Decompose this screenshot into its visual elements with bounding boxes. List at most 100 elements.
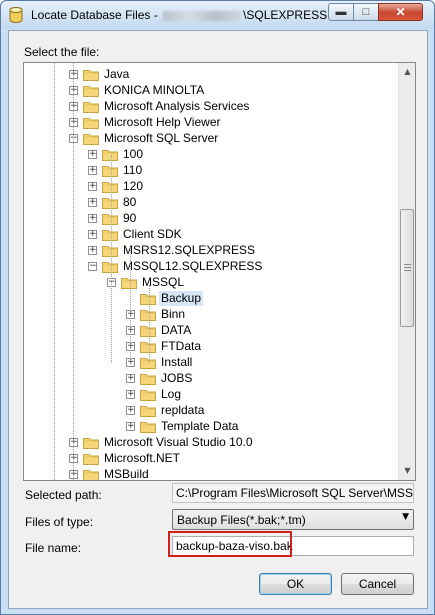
tree-item[interactable]: + Template Data (24, 419, 394, 435)
expand-icon[interactable]: + (126, 422, 135, 431)
tree-item[interactable]: + KONICA MINOLTA (24, 83, 394, 99)
tree-item[interactable]: + Microsoft Visual Studio 10.0 (24, 435, 394, 451)
redacted-server-name (163, 10, 242, 21)
database-icon (9, 7, 23, 23)
folder-icon (83, 116, 99, 129)
scroll-grip-icon (404, 264, 411, 271)
tree-item-label: 100 (123, 147, 144, 161)
file-tree[interactable]: + Java + KONICA MINOLTA + Microsoft Analysis … (23, 62, 416, 481)
tree-guide-line (111, 155, 112, 363)
tree-item-label: Microsoft Visual Studio 10.0 (104, 435, 253, 449)
title-prefix: Locate Database Files - (31, 8, 162, 22)
close-button[interactable]: ✕ (378, 3, 423, 21)
tree-item-label: MSSQL12.SQLEXPRESS (123, 259, 263, 273)
folder-icon (83, 132, 99, 145)
tree-item[interactable]: − Microsoft SQL Server (24, 131, 394, 147)
tree-item-label: Template Data (161, 419, 239, 433)
expand-icon[interactable]: + (88, 198, 97, 207)
tree-item[interactable]: +110 (24, 163, 394, 179)
folder-icon (83, 100, 99, 113)
folder-icon (102, 196, 118, 209)
folder-icon (140, 420, 156, 433)
tree-item-label: Log (161, 387, 182, 401)
tree-guide-line (149, 285, 150, 363)
ok-button[interactable]: OK (259, 573, 332, 595)
expand-icon[interactable]: + (126, 390, 135, 399)
tree-item[interactable]: +100 (24, 147, 394, 163)
highlight-annotation-box (168, 531, 292, 557)
expand-icon[interactable]: + (88, 166, 97, 175)
folder-icon (140, 404, 156, 417)
folder-icon (102, 228, 118, 241)
folder-icon (140, 356, 156, 369)
folder-icon (83, 68, 99, 81)
tree-item[interactable]: + Java (24, 67, 394, 83)
cancel-button[interactable]: Cancel (341, 573, 414, 595)
tree-item[interactable]: +120 (24, 179, 394, 195)
scroll-up-arrow[interactable]: ▲ (400, 64, 415, 80)
tree-item[interactable]: + Microsoft Help Viewer (24, 115, 394, 131)
tree-item[interactable]: + JOBS (24, 371, 394, 387)
tree-item[interactable]: + Log (24, 387, 394, 403)
folder-icon (140, 324, 156, 337)
folder-icon (102, 244, 118, 257)
tree-item[interactable]: + Microsoft.NET (24, 451, 394, 467)
folder-icon (140, 292, 156, 305)
tree-item-label: repldata (161, 403, 205, 417)
tree-item[interactable]: − MSSQL (24, 275, 394, 291)
tree-item[interactable]: + MSBuild (24, 467, 394, 480)
tree-item[interactable]: + Microsoft Analysis Services (24, 99, 394, 115)
expand-icon[interactable]: + (88, 230, 97, 239)
folder-icon (140, 340, 156, 353)
tree-item[interactable]: +90 (24, 211, 394, 227)
tree-guide-line (73, 63, 74, 480)
folder-icon (83, 452, 99, 465)
tree-item-label: Java (104, 67, 130, 81)
scroll-down-arrow[interactable]: ▼ (400, 463, 415, 479)
selected-path-field: C:\Program Files\Microsoft SQL Server\MS… (172, 483, 414, 503)
tree-item-label: Binn (161, 307, 186, 321)
tree-item[interactable]: + Install (24, 355, 394, 371)
tree-item-label: MSSQL (142, 275, 185, 289)
file-name-label: File name: (25, 541, 82, 555)
tree-item-label: KONICA MINOLTA (104, 83, 205, 97)
expand-icon[interactable]: + (88, 246, 97, 255)
tree-item-label: Backup (159, 291, 204, 306)
expand-icon[interactable]: + (126, 374, 135, 383)
scroll-thumb[interactable] (400, 209, 414, 327)
tree-item[interactable]: + FTData (24, 339, 394, 355)
folder-icon (102, 164, 118, 177)
tree-scrollbar[interactable]: ▲ ▼ (398, 63, 415, 480)
folder-icon (83, 468, 99, 480)
tree-item-label: Microsoft SQL Server (104, 131, 219, 145)
tree-item[interactable]: + Client SDK (24, 227, 394, 243)
expand-icon[interactable]: + (126, 406, 135, 415)
tree-item[interactable]: + Binn (24, 307, 394, 323)
tree-item-label: Microsoft Help Viewer (104, 115, 221, 129)
tree-item[interactable]: − MSSQL12.SQLEXPRESS (24, 259, 394, 275)
minimize-button[interactable]: ▬ (328, 3, 354, 21)
title-bar[interactable]: Locate Database Files - \SQLEXPRESS ▬ □ … (1, 1, 434, 29)
folder-icon (140, 388, 156, 401)
expand-icon[interactable]: + (88, 150, 97, 159)
tree-item[interactable]: Backup (24, 291, 394, 307)
folder-icon (102, 180, 118, 193)
tree-item[interactable]: + repldata (24, 403, 394, 419)
files-of-type-dropdown[interactable]: Backup Files(*.bak;*.tm) ▼ (172, 509, 414, 530)
expand-icon[interactable]: + (88, 214, 97, 223)
window-title: Locate Database Files - \SQLEXPRESS (31, 8, 327, 22)
tree-item[interactable]: + MSRS12.SQLEXPRESS (24, 243, 394, 259)
folder-icon (140, 308, 156, 321)
tree-item-label: DATA (161, 323, 192, 337)
folder-icon (102, 260, 118, 273)
expand-icon[interactable]: + (88, 182, 97, 191)
tree-item-label: 110 (123, 163, 143, 177)
tree-item-label: JOBS (161, 371, 193, 385)
collapse-icon[interactable]: − (88, 262, 97, 271)
tree-item-label: 90 (123, 211, 137, 225)
folder-icon (102, 148, 118, 161)
tree-item[interactable]: + DATA (24, 323, 394, 339)
folder-icon (121, 276, 137, 289)
tree-item[interactable]: +80 (24, 195, 394, 211)
maximize-button[interactable]: □ (353, 3, 379, 21)
